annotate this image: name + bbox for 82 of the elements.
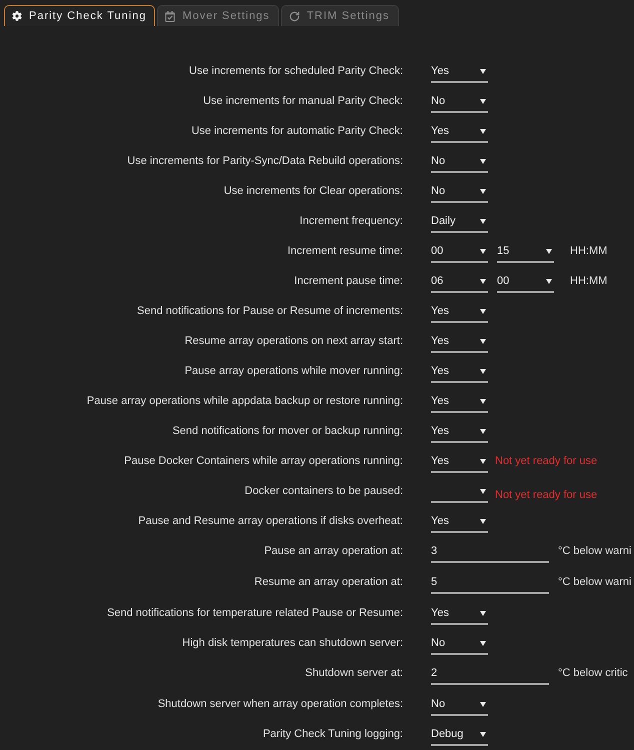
caret-icon (480, 518, 486, 524)
setting-label: Increment resume time: (287, 244, 403, 258)
setting-label: Use increments for automatic Parity Check: (191, 124, 403, 138)
number-field[interactable]: 5 (431, 575, 549, 594)
setting-label: Send notifications for mover or backup running: (172, 424, 403, 438)
setting-label: Send notifications for Pause or Resume of increments: (137, 304, 403, 318)
dropdown[interactable]: Yes (431, 606, 488, 625)
caret-icon (480, 68, 486, 74)
dropdown[interactable]: Yes (431, 334, 488, 353)
caret-icon (480, 610, 486, 616)
caret-icon (480, 338, 486, 344)
hour-dropdown[interactable]: 06 (431, 274, 488, 293)
setting-label: Pause array operations while appdata backup or restore running: (86, 394, 403, 408)
setting-label: Use increments for Clear operations: (224, 184, 403, 198)
caret-icon (480, 488, 486, 494)
setting-label: Use increments for manual Parity Check: (203, 94, 403, 108)
caret-icon (480, 308, 486, 314)
caret-icon (480, 702, 486, 706)
caret-icon (480, 98, 486, 104)
dropdown[interactable]: Daily (431, 214, 488, 233)
tab[interactable]: Parity Check Tuning (4, 5, 156, 26)
minute-dropdown[interactable]: 00 (497, 274, 554, 293)
number-field[interactable]: 3 (431, 544, 549, 563)
minute-dropdown[interactable]: 15 (497, 244, 554, 263)
gear-icon (12, 11, 22, 21)
calendar-check-icon (165, 10, 176, 22)
setting-label: Resume array operations on next array start: (184, 334, 403, 348)
caret-icon (480, 218, 486, 224)
caret-icon (546, 278, 552, 284)
dropdown[interactable]: No (431, 184, 488, 203)
caret-icon (480, 398, 486, 404)
dropdown[interactable]: Yes (431, 514, 488, 533)
caret-icon (480, 640, 486, 646)
caret-icon (480, 248, 486, 254)
unit-label: °C below warni (558, 575, 632, 589)
setting-label: Pause and Resume array operations if disks overheat: (138, 514, 403, 528)
dropdown[interactable]: Debug (431, 727, 488, 746)
unit-label: °C below critic (558, 666, 628, 680)
setting-label: Use increments for Parity-Sync/Data Rebuild operations: (127, 154, 403, 168)
caret-icon (480, 428, 486, 434)
setting-label: Shutdown server when array operation completes: (158, 697, 403, 711)
caret-icon (480, 458, 486, 464)
setting-label: Increment frequency: (300, 214, 403, 228)
dropdown[interactable]: No (431, 636, 488, 655)
caret-icon (480, 368, 486, 374)
dropdown[interactable]: No (431, 154, 488, 173)
dropdown[interactable]: No (431, 94, 488, 113)
setting-label: Shutdown server at: (305, 666, 403, 680)
caret-icon (480, 188, 486, 194)
warning-note: Not yet ready for use (495, 454, 598, 468)
caret-icon (480, 158, 486, 164)
dropdown[interactable]: Yes (431, 124, 488, 143)
setting-label: Pause Docker Containers while array operations running: (124, 454, 403, 468)
hour-dropdown[interactable]: 00 (431, 244, 488, 263)
warning-note: Not yet ready for use (495, 488, 598, 502)
caret-icon (480, 128, 486, 134)
dropdown[interactable]: Yes (431, 424, 488, 443)
time-format-label: HH:MM (570, 274, 608, 288)
setting-label: Docker containers to be paused: (244, 484, 403, 498)
caret-icon (480, 278, 486, 284)
setting-label: Increment pause time: (294, 274, 403, 288)
dropdown[interactable]: Yes (431, 454, 488, 473)
setting-label: Pause array operations while mover running: (184, 364, 403, 378)
dropdown[interactable]: Yes (431, 364, 488, 383)
dropdown[interactable]: Yes (431, 394, 488, 413)
setting-label: Send notifications for temperature related Pause or Resume: (107, 606, 403, 620)
dropdown[interactable]: Yes (431, 304, 488, 323)
caret-icon (480, 732, 486, 736)
tab[interactable]: Mover Settings (157, 5, 279, 26)
setting-label: Pause an array operation at: (264, 544, 403, 558)
setting-label: Resume an array operation at: (254, 575, 403, 589)
setting-label: Use increments for scheduled Parity Check: (189, 64, 403, 78)
dropdown[interactable]: No (431, 697, 488, 716)
setting-label: High disk temperatures can shutdown server: (182, 636, 403, 650)
circular-arrow-icon (288, 10, 300, 22)
tab[interactable]: TRIM Settings (280, 5, 398, 26)
number-field[interactable]: 2 (431, 666, 549, 685)
time-format-label: HH:MM (570, 244, 608, 258)
setting-label: Parity Check Tuning logging: (262, 727, 403, 741)
caret-icon (546, 248, 552, 254)
unit-label: °C below warni (558, 544, 632, 558)
dropdown[interactable]: Yes (431, 64, 488, 83)
